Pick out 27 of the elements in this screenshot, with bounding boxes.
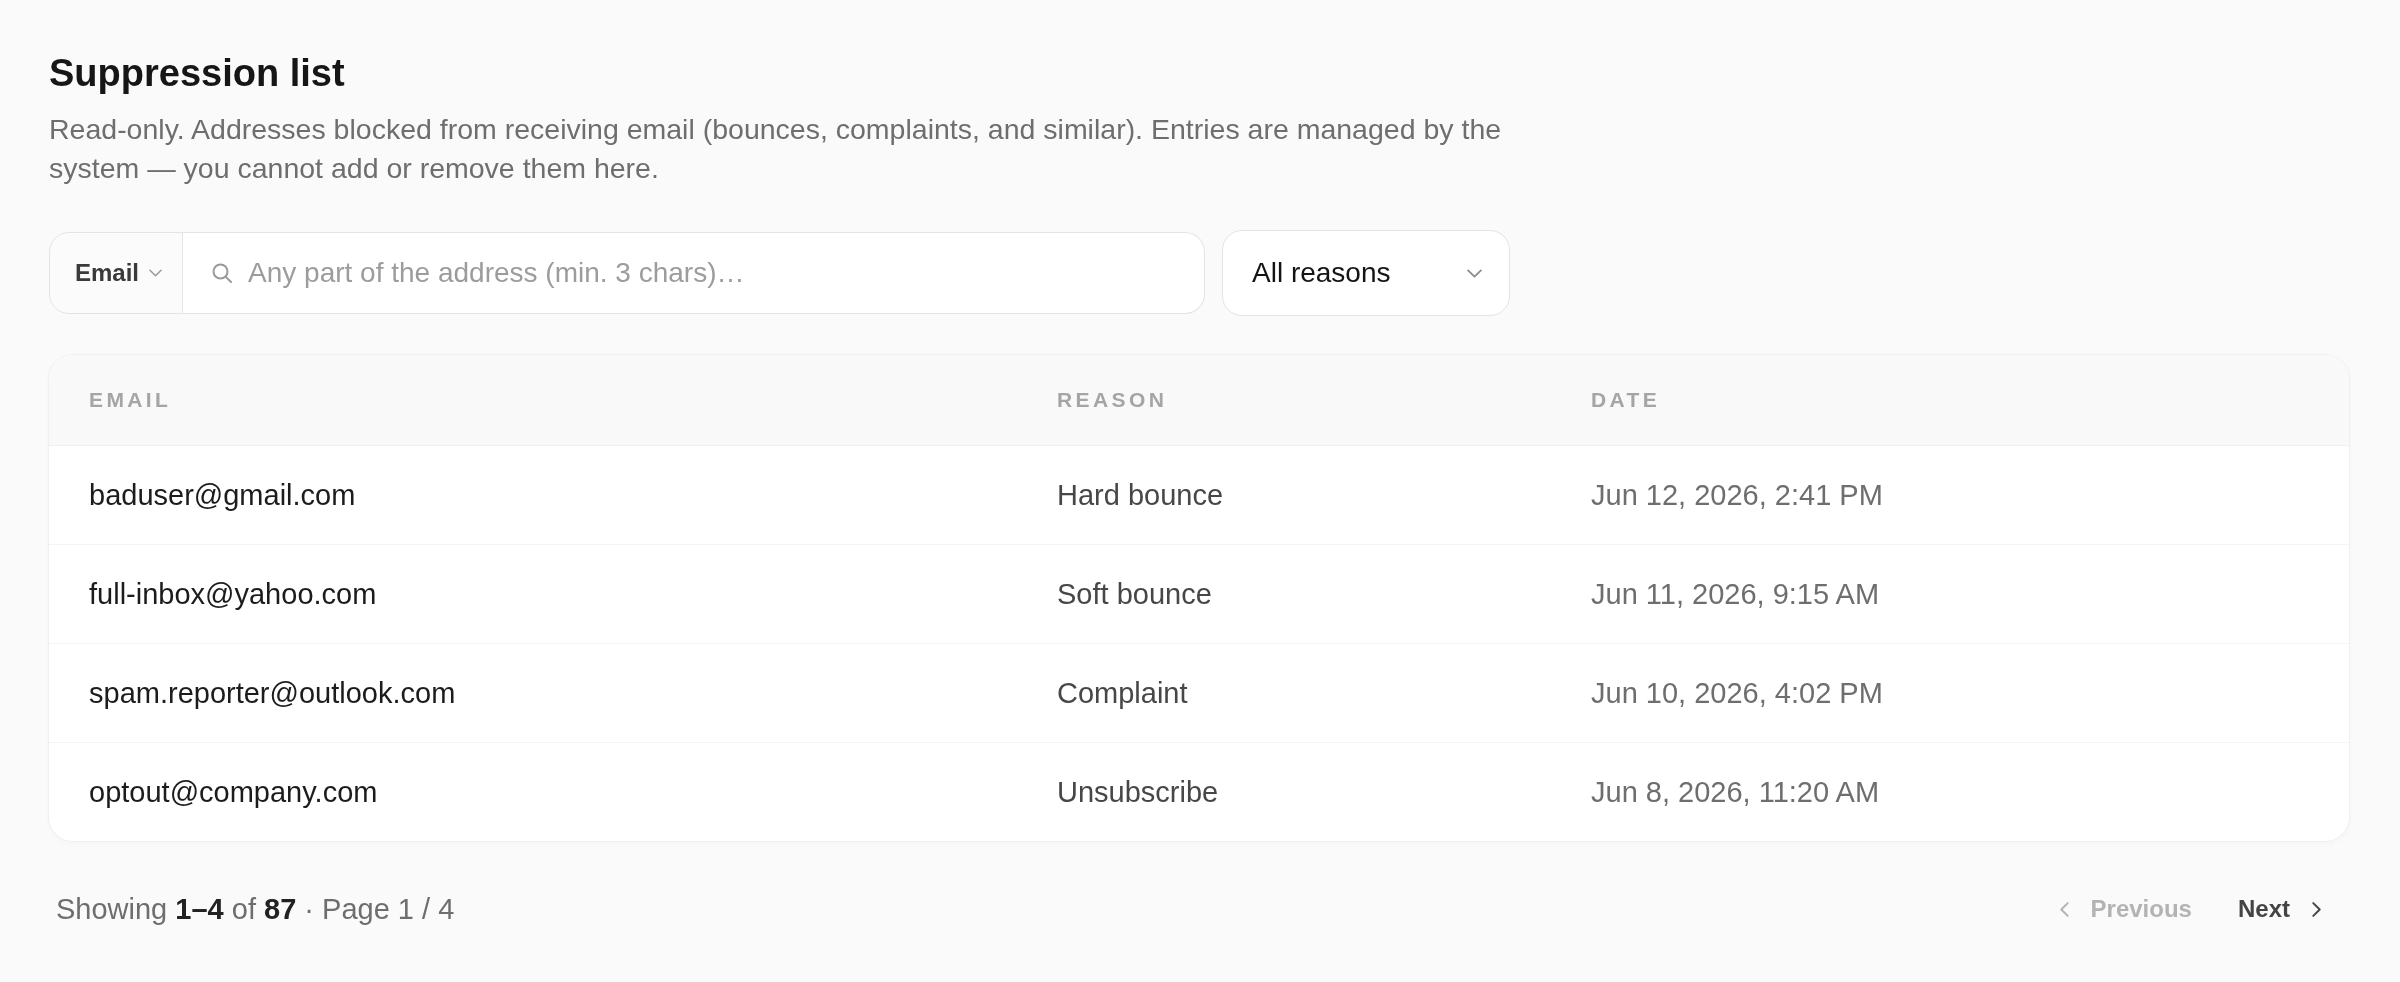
description-text: Read-only. Addresses blocked from receiving email (bounces, complaints, and similar). Entries are managed by the system — you cannot add or remove them here. (49, 112, 1503, 186)
chevron-down-icon (1467, 268, 1482, 278)
reason-cell-text: Complaint (1056, 676, 1189, 710)
field-select[interactable]: Email (49, 232, 184, 314)
reason-cell-text: Soft bounce (1056, 577, 1213, 611)
chevron-right-icon (2312, 901, 2321, 917)
reason-cell-text: Unsubscribe (1056, 775, 1220, 809)
summary-text: Showing 1–4 of 87 · Page 1 / 4 (56, 892, 455, 926)
next-button[interactable]: Next (2215, 885, 2343, 933)
column-header: EMAIL (88, 388, 173, 412)
date-cell-text: Jun 12, 2026, 2:41 PM (1590, 478, 1884, 512)
date-cell-text: Jun 11, 2026, 9:15 AM (1590, 577, 1881, 611)
email-cell-text: baduser@gmail.com (88, 478, 357, 512)
reason-cell-text: Hard bounce (1056, 478, 1225, 512)
column-header: REASON (1056, 388, 1169, 412)
email-cell-text: optout@company.com (88, 775, 379, 809)
email-cell-text: spam.reporter@outlook.com (88, 676, 457, 710)
page-title: Suppression list (49, 51, 346, 96)
chevron-left-icon (2059, 901, 2069, 917)
date-cell-text: Jun 10, 2026, 4:02 PM (1590, 676, 1884, 710)
column-header: DATE (1590, 388, 1662, 412)
search-icon (212, 263, 233, 283)
chevron-down-icon (149, 269, 163, 277)
search-field[interactable]: Any part of the address (min. 3 chars)… (183, 232, 1205, 314)
reason-select[interactable]: All reasons (1222, 230, 1510, 316)
date-cell-text: Jun 8, 2026, 11:20 AM (1590, 775, 1881, 809)
email-cell-text: full-inbox@yahoo.com (88, 577, 378, 611)
